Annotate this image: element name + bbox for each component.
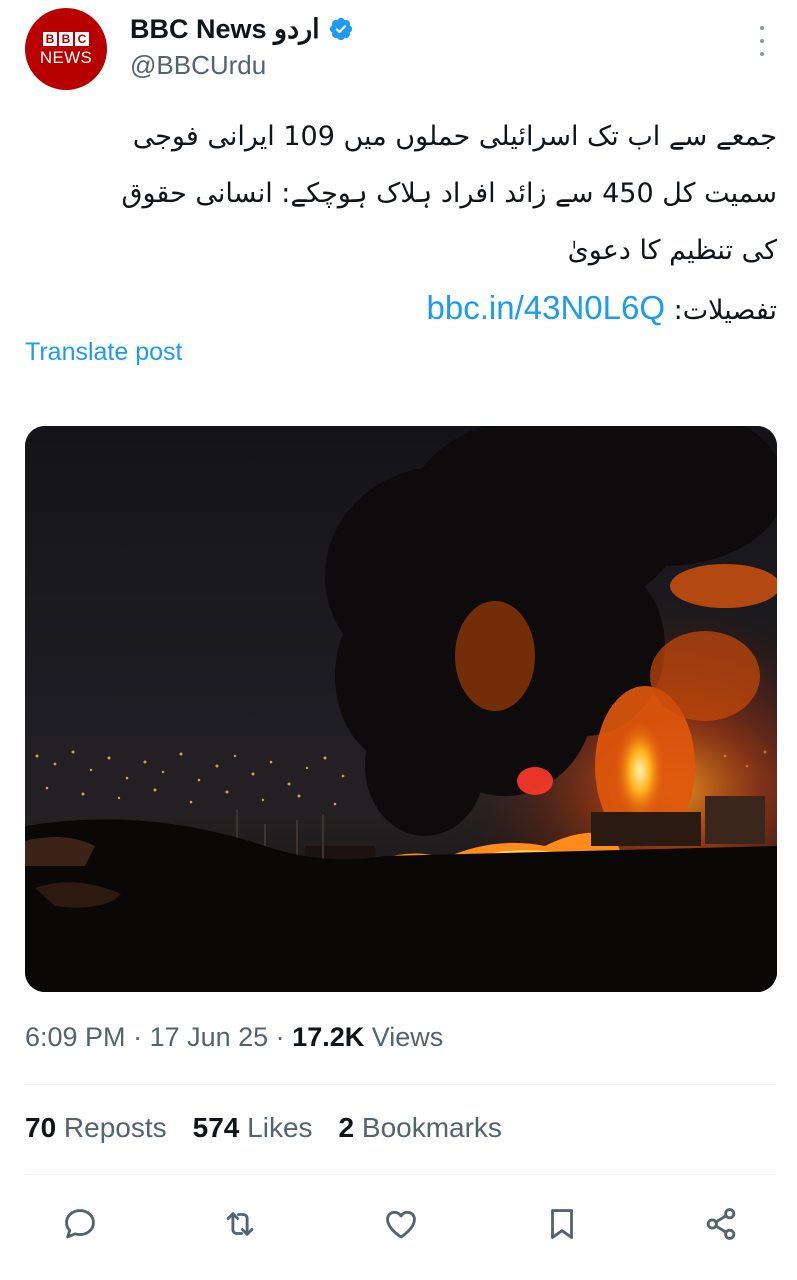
avatar[interactable]: B B C NEWS xyxy=(25,8,107,90)
reposts-stat[interactable]: 70 Reposts xyxy=(25,1112,167,1144)
views-count: 17.2K xyxy=(292,1022,365,1052)
logo-letter-b1: B xyxy=(43,32,57,46)
tweet-header: B B C NEWS BBC News اردو @BBCUrdu xyxy=(0,0,797,100)
reposts-count: 70 xyxy=(25,1112,57,1143)
meta-separator: · xyxy=(268,1022,293,1052)
translate-post-link[interactable]: Translate post xyxy=(25,338,182,367)
name-row: BBC News اردو xyxy=(130,12,354,46)
bookmarks-label: Bookmarks xyxy=(354,1112,502,1143)
repost-button[interactable] xyxy=(218,1202,262,1246)
bookmarks-count: 2 xyxy=(338,1112,355,1143)
repost-icon xyxy=(226,1212,254,1236)
like-button[interactable] xyxy=(379,1202,423,1246)
tweet-link[interactable]: bbc.in/43N0L6Q xyxy=(427,289,666,326)
reply-icon xyxy=(65,1209,95,1239)
divider xyxy=(25,1084,777,1085)
likes-label: Likes xyxy=(239,1112,313,1143)
tweet-line-3: کی تنظیم کا دعویٰ xyxy=(567,235,777,266)
likes-stat[interactable]: 574 Likes xyxy=(193,1112,313,1144)
bbc-logo-blocks: B B C xyxy=(43,32,89,46)
engagement-stats: 70 Reposts 574 Likes 2 Bookmarks xyxy=(25,1112,502,1144)
views-label: Views xyxy=(364,1022,444,1052)
logo-news-word: NEWS xyxy=(39,48,93,67)
tweet-text: جمعے سے اب تک اسرائیلی حملوں میں 109 ایر… xyxy=(25,108,777,339)
display-name[interactable]: BBC News اردو xyxy=(130,14,320,45)
tweet-date[interactable]: 17 Jun 25 xyxy=(150,1022,269,1052)
action-bar xyxy=(0,1196,797,1252)
bookmark-button[interactable] xyxy=(540,1202,584,1246)
tweet-line-4: تفصیلات: bbc.in/43N0L6Q xyxy=(25,279,777,339)
tweet-image[interactable] xyxy=(25,426,777,992)
tweet-line-2: سمیت کل 450 سے زائد افراد ہلاک ہوچکے: ان… xyxy=(121,178,777,209)
meta-separator: · xyxy=(125,1022,150,1052)
verified-badge-icon xyxy=(329,17,352,41)
more-options-icon[interactable] xyxy=(752,26,772,56)
tweet-time[interactable]: 6:09 PM xyxy=(25,1022,126,1052)
tweet-meta: 6:09 PM · 17 Jun 25 · 17.2K Views xyxy=(25,1022,443,1053)
share-icon xyxy=(706,1208,736,1240)
share-button[interactable] xyxy=(699,1202,743,1246)
bookmarks-stat[interactable]: 2 Bookmarks xyxy=(339,1112,502,1144)
fire-at-night-photo xyxy=(25,426,777,992)
logo-letter-b2: B xyxy=(59,32,73,46)
bookmark-icon xyxy=(551,1209,573,1239)
tweet-line-1: جمعے سے اب تک اسرائیلی حملوں میں 109 ایر… xyxy=(132,121,777,152)
divider xyxy=(25,1174,777,1175)
likes-count: 574 xyxy=(192,1112,240,1143)
logo-letter-c: C xyxy=(75,32,89,46)
reposts-label: Reposts xyxy=(56,1112,167,1143)
reply-button[interactable] xyxy=(58,1202,102,1246)
details-label: تفصیلات: xyxy=(665,295,777,326)
like-icon xyxy=(386,1210,416,1239)
account-handle[interactable]: @BBCUrdu xyxy=(130,50,266,81)
